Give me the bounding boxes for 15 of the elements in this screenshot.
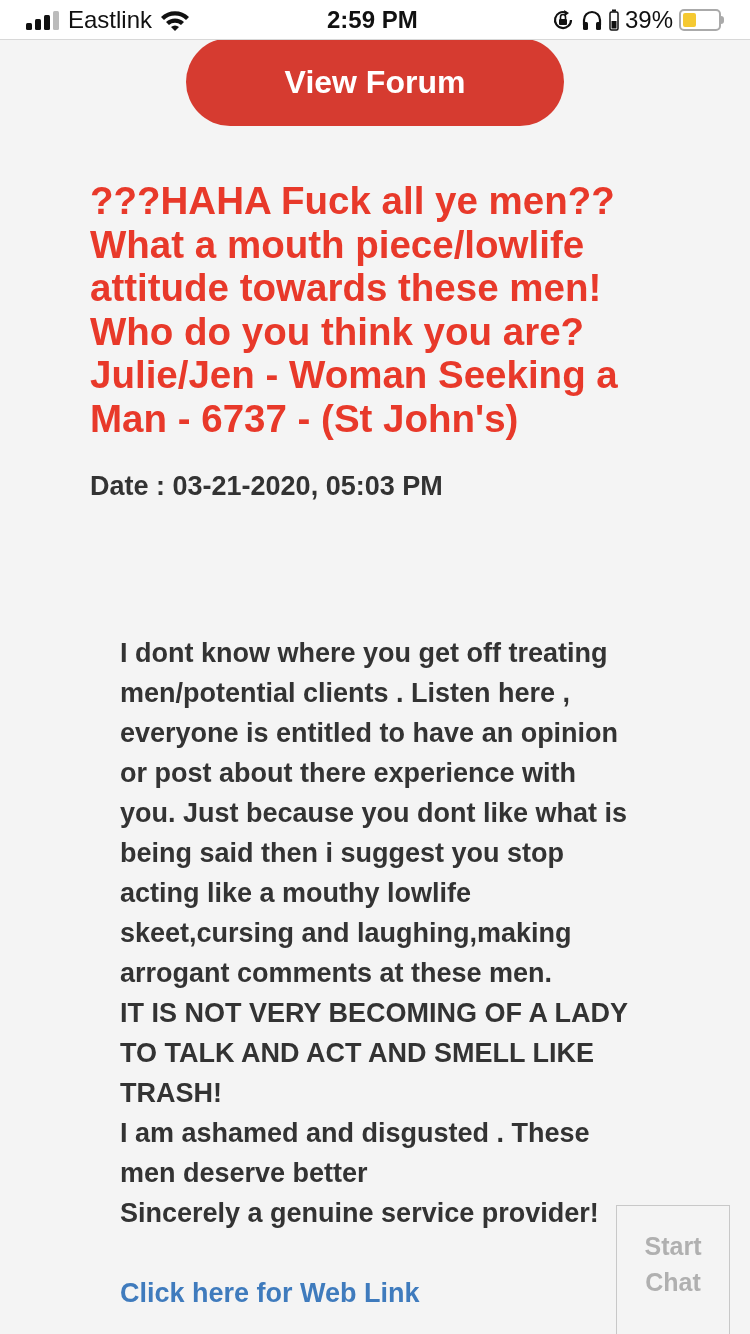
battery-percent: 39%	[624, 4, 673, 35]
post-paragraph: IT IS NOT VERY BECOMING OF A LADY TO TALK AND ACT AND SMELL LIKE TRASH!	[120, 996, 629, 1110]
carrier-name: Eastlink	[68, 4, 153, 35]
post-paragraph: I am ashamed and disgusted . These men deserve better	[120, 1116, 591, 1190]
wifi-icon	[160, 8, 191, 31]
post-title: ???HAHA Fuck all ye men?? What a mouth piece/lowlife attitude towards these men! Who do you think you are? Julie/Jen - Woman Seeking a Man - 6737 - (St John's)	[90, 179, 619, 440]
small-battery-icon	[608, 8, 619, 31]
status-time: 2:59 PM	[327, 4, 418, 35]
signal-icon	[26, 9, 60, 30]
post-paragraph: I dont know where you get off treating men/potential clients . Listen here , everyone is entitled to have an opinion or post about there experience with you. Just because you dont like what is being said then i suggest you stop acting like a mouthy lowlife skeet,cursing and laughing,making arrogant comments at these men.	[120, 636, 629, 990]
headphones-icon	[580, 8, 603, 31]
post-paragraph: Sincerely a genuine service provider!	[120, 1196, 600, 1230]
post-date: Date : 03-21-2020, 05:03 PM	[90, 470, 444, 503]
view-forum-button[interactable]: View Forum	[186, 38, 564, 126]
web-link[interactable]: Click here for Web Link	[120, 1277, 420, 1308]
